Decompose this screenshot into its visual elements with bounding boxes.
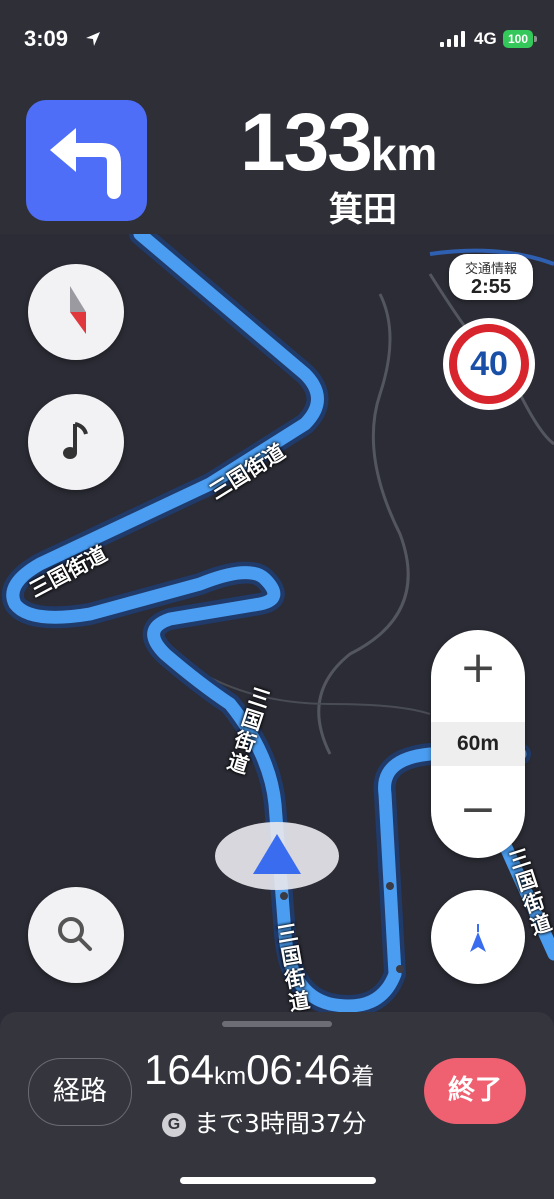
arrival-suffix: 着: [351, 1064, 375, 1090]
remaining-time: まで3時間37分: [194, 1109, 367, 1138]
speed-limit-sign: 40: [443, 318, 535, 410]
remaining-distance-unit: km: [214, 1063, 247, 1090]
route-button[interactable]: 経路: [28, 1058, 132, 1126]
status-time: 3:09: [24, 26, 69, 51]
status-bar: 3:09 4G 100: [0, 0, 554, 82]
cellular-signal-icon: [440, 31, 466, 51]
compass-icon: [70, 286, 86, 334]
traffic-info-label: 交通情報: [464, 262, 517, 277]
speed-limit-value: 40: [449, 324, 529, 404]
remaining-time-row: G まで3時間37分: [162, 1104, 367, 1140]
search-icon: [58, 917, 92, 951]
battery-cap: [534, 36, 537, 42]
traffic-info-badge[interactable]: 交通情報 2:55: [449, 254, 533, 300]
turn-place-name: 箕田: [329, 190, 397, 230]
search-button[interactable]: [28, 887, 124, 983]
location-arrow-icon: [84, 30, 102, 52]
heading-button[interactable]: [431, 890, 525, 984]
navigation-header: 133km 箕田: [0, 82, 554, 234]
home-indicator[interactable]: [180, 1177, 376, 1184]
zoom-in-button[interactable]: +: [431, 646, 525, 690]
zoom-control: + 60m −: [431, 630, 525, 858]
drag-handle[interactable]: [222, 1021, 332, 1027]
end-button[interactable]: 終了: [424, 1058, 526, 1124]
map-scale: 60m: [431, 722, 525, 766]
g-icon: G: [162, 1113, 186, 1137]
trip-panel: 経路 164km06:46着 G まで3時間37分 終了: [0, 1012, 554, 1199]
traffic-info-time: 2:55: [470, 276, 512, 298]
compass-button[interactable]: [28, 264, 124, 360]
remaining-distance: 164: [144, 1046, 215, 1093]
navigation-arrow-icon: [253, 834, 301, 874]
heading-north-icon: [470, 924, 486, 952]
trip-summary: 164km06:46着: [144, 1046, 374, 1094]
current-position-marker: [215, 822, 339, 890]
turn-distance-value: 133: [240, 97, 373, 188]
zoom-out-button[interactable]: −: [431, 788, 525, 832]
arrival-time: 06:46: [246, 1046, 352, 1093]
network-type: 4G: [474, 29, 497, 48]
music-button[interactable]: [28, 394, 124, 490]
turn-left-icon: [26, 100, 147, 221]
music-note-icon: [63, 422, 88, 459]
turn-distance-unit: km: [370, 128, 438, 180]
turn-distance: 133km: [240, 96, 500, 190]
battery-icon: 100: [503, 30, 533, 48]
